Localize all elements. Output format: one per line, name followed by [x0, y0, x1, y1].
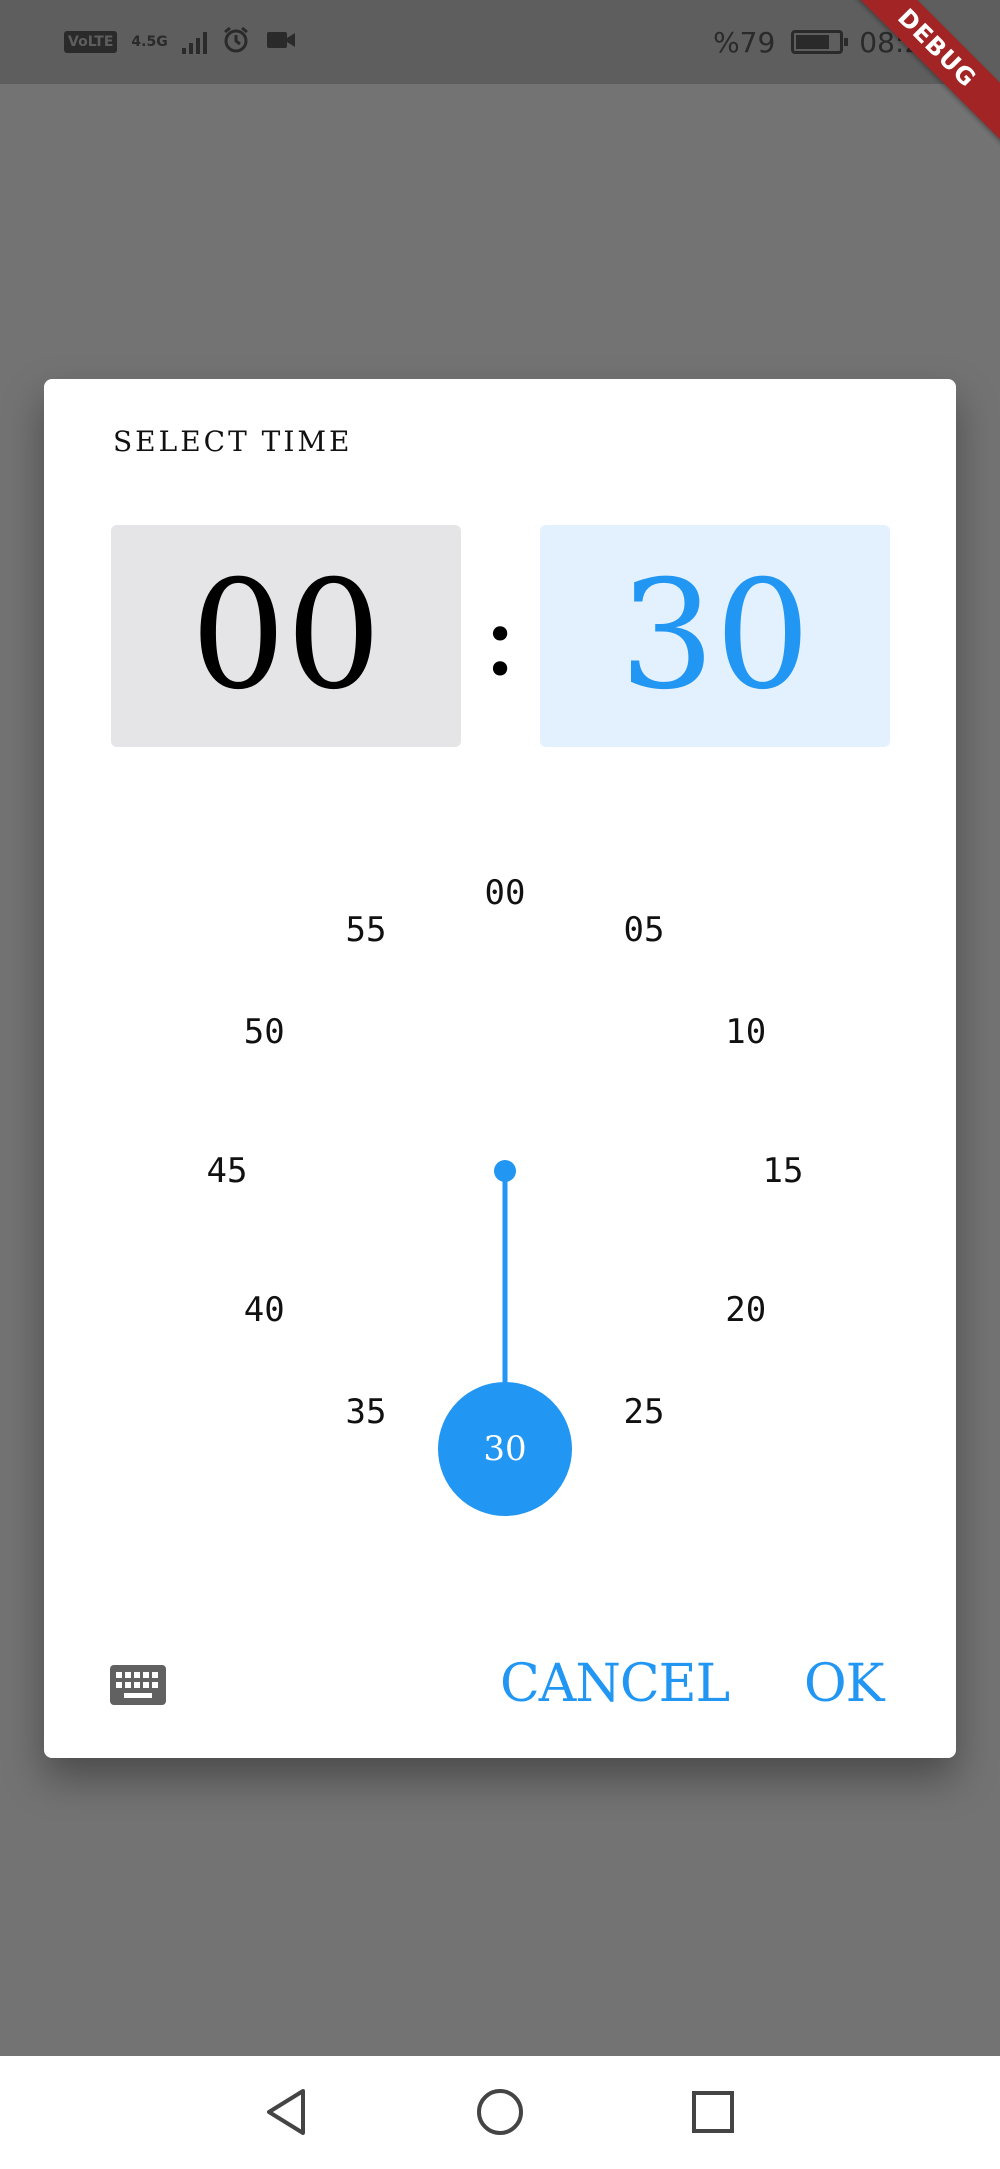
- dial-number-05[interactable]: 05: [604, 910, 684, 950]
- hour-selector[interactable]: 00: [111, 525, 461, 747]
- signal-icon: [181, 30, 207, 54]
- clock-dial[interactable]: 00 05 10 15 20 25 30 35 40 45 50 55: [145, 811, 865, 1531]
- keyboard-toggle-button[interactable]: [110, 1665, 166, 1705]
- alarm-icon: [221, 25, 251, 59]
- dial-center-dot: [494, 1160, 516, 1182]
- cancel-button[interactable]: CANCEL: [500, 1649, 730, 1719]
- navigation-bar: [0, 2056, 1000, 2169]
- ok-button[interactable]: OK: [804, 1649, 884, 1719]
- dial-number-10[interactable]: 10: [706, 1012, 786, 1052]
- dial-number-50[interactable]: 50: [224, 1012, 304, 1052]
- battery-percent: %79: [713, 25, 776, 59]
- status-left-group: VoLTE 4.5G: [64, 22, 297, 62]
- battery-icon: [791, 30, 849, 54]
- dial-number-20[interactable]: 20: [706, 1290, 786, 1330]
- dial-number-00[interactable]: 00: [465, 873, 545, 913]
- video-camera-icon: [265, 28, 297, 56]
- dial-number-35[interactable]: 35: [326, 1392, 406, 1432]
- time-separator: :: [481, 572, 519, 700]
- network-type-label: 4.5G: [131, 34, 168, 50]
- dial-number-45[interactable]: 45: [187, 1151, 267, 1191]
- square-recents-icon: [692, 2091, 734, 2133]
- battery-fill: [796, 35, 829, 49]
- nav-recents-button[interactable]: [685, 2084, 741, 2140]
- time-picker-dialog: SELECT TIME 00 : 30 00 05 10 15 20 25 30 35 40 45…: [44, 379, 956, 1758]
- dial-number-15[interactable]: 15: [743, 1151, 823, 1191]
- minute-selector[interactable]: 30: [540, 525, 890, 747]
- circle-home-icon: [477, 2089, 523, 2135]
- dial-number-25[interactable]: 25: [604, 1392, 684, 1432]
- screen: VoLTE 4.5G %79 08:23 DEBUG SELECT TIME 0…: [0, 0, 1000, 2169]
- dial-number-55[interactable]: 55: [326, 910, 406, 950]
- dial-selected-value[interactable]: 30: [438, 1382, 572, 1516]
- dial-number-40[interactable]: 40: [224, 1290, 304, 1330]
- triangle-back-icon: [267, 2089, 305, 2135]
- keyboard-icon: [110, 1665, 166, 1705]
- dialog-title: SELECT TIME: [113, 425, 353, 458]
- status-bar: VoLTE 4.5G %79 08:23: [0, 0, 1000, 84]
- volte-badge: VoLTE: [64, 31, 118, 53]
- nav-home-button[interactable]: [472, 2084, 528, 2140]
- nav-back-button[interactable]: [258, 2084, 314, 2140]
